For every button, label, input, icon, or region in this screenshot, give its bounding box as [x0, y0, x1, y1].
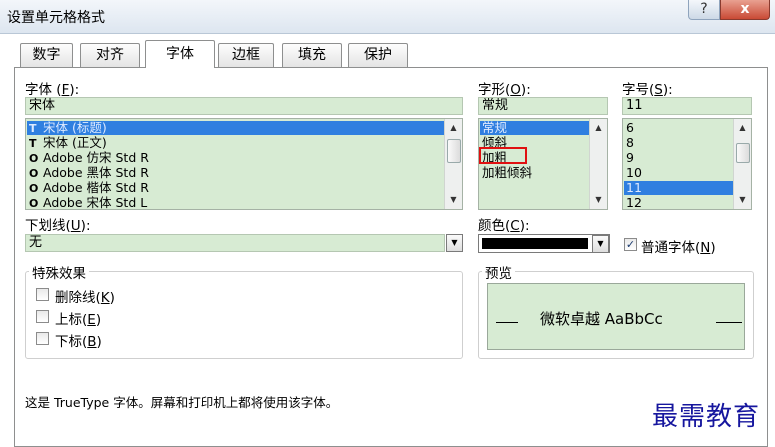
subscript-checkbox[interactable] — [36, 332, 49, 345]
font-list-item[interactable]: O Adobe 楷体 Std R — [29, 181, 462, 196]
size-input[interactable]: 11 — [622, 97, 752, 115]
preview-baseline — [716, 322, 742, 323]
watermark-text: 最需教育 — [652, 402, 761, 432]
underline-label: 下划线(U): — [25, 218, 91, 234]
style-input[interactable]: 常规 — [478, 97, 608, 115]
tab-font[interactable]: 字体 — [145, 40, 215, 68]
truetype-icon: T — [29, 137, 37, 150]
chevron-down-icon[interactable]: ▼ — [592, 235, 609, 253]
opentype-icon: O — [29, 167, 39, 180]
superscript-label: 上标(E) — [55, 312, 102, 328]
scroll-up-icon[interactable]: ▲ — [445, 121, 462, 135]
window-title: 设置单元格格式 — [7, 10, 105, 26]
scroll-up-icon[interactable]: ▲ — [590, 121, 607, 135]
normal-font-checkbox[interactable]: ✓ — [624, 238, 637, 251]
size-label: 字号(S): — [622, 82, 673, 98]
font-input[interactable]: 宋体 — [25, 97, 463, 115]
size-list-scrollbar[interactable]: ▲ ▼ — [733, 119, 751, 209]
color-swatch — [482, 238, 588, 249]
scroll-down-icon[interactable]: ▼ — [590, 193, 607, 207]
opentype-icon: O — [29, 152, 39, 165]
font-list[interactable]: T 宋体 (标题) T 宋体 (正文) O Adobe 仿宋 Std R O Adobe… — [25, 118, 463, 210]
font-list-item[interactable]: T 宋体 (标题) — [27, 121, 462, 135]
style-label: 字形(O): — [478, 82, 531, 98]
tab-fill[interactable]: 填充 — [282, 43, 342, 67]
underline-select[interactable]: 无 — [25, 234, 445, 252]
size-list[interactable]: 6 8 9 10 11 12 ▲ ▼ — [622, 118, 752, 210]
scroll-down-icon[interactable]: ▼ — [445, 193, 462, 207]
size-list-item[interactable]: 11 — [624, 181, 751, 195]
style-list[interactable]: 常规 倾斜 加粗 加粗倾斜 ▲ ▼ — [478, 118, 608, 210]
font-label: 字体 (F): — [25, 82, 80, 98]
strikethrough-checkbox[interactable] — [36, 288, 49, 301]
subscript-label: 下标(B) — [55, 334, 102, 350]
scroll-thumb[interactable] — [736, 143, 750, 163]
scroll-up-icon[interactable]: ▲ — [734, 121, 751, 135]
tab-protection[interactable]: 保护 — [348, 43, 408, 67]
style-list-scrollbar[interactable]: ▲ ▼ — [589, 119, 607, 209]
normal-font-label: 普通字体(N) — [641, 240, 716, 256]
superscript-checkbox[interactable] — [36, 310, 49, 323]
color-select[interactable] — [478, 234, 610, 253]
strikethrough-label: 删除线(K) — [55, 290, 115, 306]
font-list-item[interactable]: O Adobe 黑体 Std R — [29, 166, 462, 181]
preview-text: 微软卓越 AaBbCc — [540, 310, 663, 328]
font-list-scrollbar[interactable]: ▲ ▼ — [444, 119, 462, 209]
help-button[interactable]: ? — [688, 0, 720, 20]
close-button[interactable]: x — [720, 0, 770, 20]
scroll-thumb[interactable] — [447, 139, 461, 163]
preview-group-title: 预览 — [482, 262, 515, 282]
opentype-icon: O — [29, 197, 39, 210]
color-label: 颜色(C): — [478, 218, 530, 234]
chevron-down-icon[interactable]: ▼ — [446, 234, 463, 252]
preview-baseline — [496, 322, 518, 323]
font-info-text: 这是 TrueType 字体。屏幕和打印机上都将使用该字体。 — [25, 395, 339, 410]
title-bar — [0, 0, 775, 34]
tab-border[interactable]: 边框 — [218, 43, 274, 67]
tab-number[interactable]: 数字 — [20, 43, 73, 67]
bold-highlight-box — [479, 147, 527, 164]
font-list-item[interactable]: T 宋体 (正文) — [29, 136, 462, 151]
font-list-item[interactable]: O Adobe 宋体 Std L — [29, 196, 462, 210]
style-list-item[interactable]: 常规 — [480, 121, 607, 135]
font-list-item[interactable]: O Adobe 仿宋 Std R — [29, 151, 462, 166]
truetype-icon: T — [29, 122, 37, 135]
scroll-down-icon[interactable]: ▼ — [734, 193, 751, 207]
effects-group-title: 特殊效果 — [29, 262, 89, 282]
opentype-icon: O — [29, 182, 39, 195]
tab-alignment[interactable]: 对齐 — [80, 43, 140, 67]
